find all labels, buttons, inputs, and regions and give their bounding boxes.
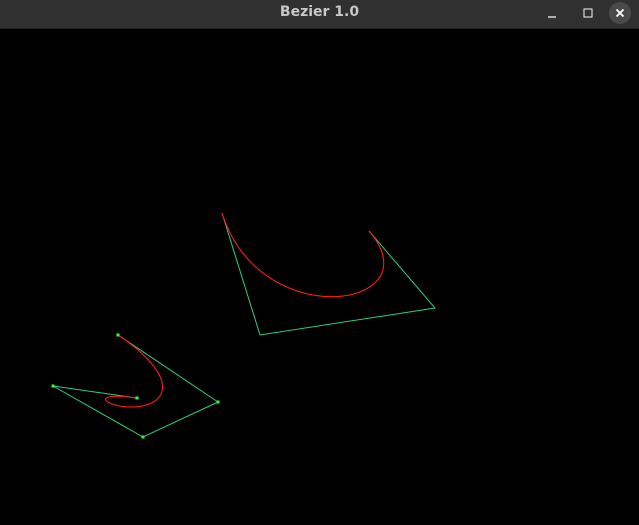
title-bar[interactable]: Bezier 1.0 bbox=[0, 0, 639, 29]
app-window: Bezier 1.0 bbox=[0, 0, 639, 525]
minimize-button[interactable] bbox=[541, 2, 563, 24]
small-curve bbox=[51, 333, 220, 439]
large-curve bbox=[221, 212, 436, 336]
control-point[interactable] bbox=[141, 435, 145, 439]
control-point[interactable] bbox=[116, 333, 120, 337]
control-point[interactable] bbox=[51, 384, 55, 388]
control-point[interactable] bbox=[135, 396, 139, 400]
control-polygon bbox=[221, 212, 436, 336]
minimize-icon bbox=[548, 16, 556, 18]
maximize-button[interactable] bbox=[577, 2, 599, 24]
close-button[interactable] bbox=[609, 2, 631, 24]
close-icon bbox=[615, 8, 625, 18]
control-point[interactable] bbox=[216, 400, 220, 404]
drawing-canvas[interactable] bbox=[0, 29, 639, 525]
bezier-curve bbox=[221, 212, 385, 298]
maximize-icon bbox=[583, 8, 593, 18]
control-polygon bbox=[52, 334, 220, 438]
